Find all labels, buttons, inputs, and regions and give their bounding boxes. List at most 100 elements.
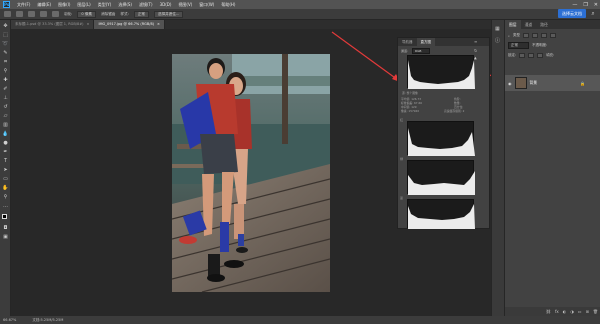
filter-pixel-icon[interactable] <box>522 33 529 38</box>
document-image[interactable] <box>172 54 330 292</box>
panel-menu-icon[interactable]: ≡ <box>474 39 477 44</box>
blur-tool-icon[interactable]: 💧 <box>2 131 9 138</box>
refresh-icon[interactable]: ↻ <box>474 48 477 53</box>
menu-view[interactable]: 视图(V) <box>178 2 192 8</box>
search-icon[interactable]: ⌕ <box>589 10 597 18</box>
document-info[interactable]: 文档:5.25M/5.25M <box>32 318 63 323</box>
adjustment-icon[interactable]: ◑ <box>570 309 574 314</box>
menu-layer[interactable]: 图层(L) <box>77 2 90 8</box>
histogram-panel-icon[interactable]: ▦ <box>495 26 500 32</box>
marquee-tool-icon[interactable] <box>4 11 11 17</box>
screen-mode-icon[interactable]: ▣ <box>2 234 9 241</box>
foreground-color-swatch[interactable] <box>2 214 9 221</box>
gradient-tool-icon[interactable]: ▥ <box>2 122 9 129</box>
marquee-tool-icon[interactable]: ⬚ <box>2 32 9 39</box>
warning-icon[interactable]: ▲ <box>474 56 477 60</box>
brush-tool-icon[interactable]: ✐ <box>2 86 9 93</box>
type-tool-icon[interactable]: T <box>2 158 9 165</box>
pen-tool-icon[interactable]: ✒ <box>2 149 9 156</box>
info-panel-icon[interactable]: ⓘ <box>495 37 500 44</box>
filter-type-icon[interactable] <box>540 33 547 38</box>
filter-shape-icon[interactable] <box>549 33 556 38</box>
tab-close-icon[interactable]: × <box>87 20 90 29</box>
menu-select[interactable]: 选择(S) <box>118 2 132 8</box>
menu-edit[interactable]: 编辑(E) <box>37 2 51 8</box>
tab-close-icon[interactable]: × <box>157 20 160 29</box>
tab-navigator[interactable]: 导航器 <box>398 38 417 46</box>
mask-icon[interactable]: ◐ <box>563 309 567 314</box>
antialias-checkbox[interactable]: 消除锯齿 <box>101 12 115 17</box>
zoom-level[interactable]: 66.67% <box>3 318 16 322</box>
style-select[interactable]: 正常 <box>133 10 149 18</box>
tab-document-2[interactable]: IMG_0917.jpg @ 66.7% (RGB/8) × <box>94 20 165 29</box>
blend-row: 正常 不透明度: <box>508 42 598 49</box>
more-tools-icon[interactable]: … <box>2 203 9 210</box>
channel-label: 通道: <box>401 49 409 53</box>
menu-image[interactable]: 图像(I) <box>58 2 70 8</box>
stamp-tool-icon[interactable]: ⊥ <box>2 95 9 102</box>
select-and-mask-button[interactable]: 选择并遮住... <box>154 10 184 18</box>
lock-pixels-icon[interactable] <box>519 53 526 58</box>
filter-adjust-icon[interactable] <box>531 33 538 38</box>
quick-mask-icon[interactable]: ◘ <box>2 225 9 232</box>
zoom-tool-icon[interactable]: ⚲ <box>2 194 9 201</box>
channel-select[interactable]: RGB <box>412 48 431 54</box>
eyedropper-tool-icon[interactable]: ⚲ <box>2 68 9 75</box>
style-label: 样式: <box>120 11 129 16</box>
layer-thumbnail <box>514 77 527 89</box>
intersect-selection-icon[interactable] <box>52 11 59 17</box>
histogram-red <box>407 121 475 156</box>
move-tool-icon[interactable]: ✥ <box>2 23 9 30</box>
window-controls: — ❐ ✕ <box>572 0 598 9</box>
hand-tool-icon[interactable]: ✋ <box>2 185 9 192</box>
lock-position-icon[interactable] <box>528 53 535 58</box>
source-label: 源: 整个图像 <box>402 91 418 95</box>
options-bar: 羽化: 0 像素 消除锯齿 样式: 正常 选择并遮住... <box>0 9 600 20</box>
history-brush-icon[interactable]: ↺ <box>2 104 9 111</box>
layer-filter-select[interactable]: 类型 <box>513 33 520 38</box>
shape-tool-icon[interactable]: ▭ <box>2 176 9 183</box>
close-button[interactable]: ✕ <box>594 2 598 8</box>
path-select-tool-icon[interactable]: ➤ <box>2 167 9 174</box>
blend-mode-select[interactable]: 正常 <box>508 42 529 49</box>
folder-icon[interactable]: ▭ <box>578 309 582 314</box>
histogram-panel: 导航器 直方图 ≡ 通道: RGB ↻ ▲ 源: 整个图像 平均值: 126.7… <box>397 37 490 229</box>
menu-filter[interactable]: 滤镜(T) <box>139 2 153 8</box>
quick-select-tool-icon[interactable]: ✎ <box>2 50 9 57</box>
document-tabs: 未标题-1.psd @ 33.3% (图层 1, RGB/8#) × IMG_0… <box>11 20 501 29</box>
feather-label: 羽化: <box>64 11 73 16</box>
healing-tool-icon[interactable]: ✚ <box>2 77 9 84</box>
tab-layers[interactable]: 图层 <box>505 20 521 29</box>
cloud-document-button[interactable]: 选择云文档 <box>558 9 586 18</box>
menu-window[interactable]: 窗口(W) <box>199 2 214 8</box>
crop-tool-icon[interactable]: ⌗ <box>2 59 9 66</box>
tab-histogram[interactable]: 直方图 <box>416 38 435 46</box>
visibility-eye-icon[interactable]: ◉ <box>508 81 512 86</box>
subtract-selection-icon[interactable] <box>40 11 47 17</box>
menu-bar: Ps 文件(F) 编辑(E) 图像(I) 图层(L) 类型(Y) 选择(S) 滤… <box>0 0 600 9</box>
tab-label: 未标题-1.psd @ 33.3% (图层 1, RGB/8#) <box>15 22 84 26</box>
layer-item-background[interactable]: ◉ 背景 🔒 <box>505 75 600 91</box>
tab-channels[interactable]: 通道 <box>521 20 537 29</box>
link-icon[interactable]: ⛓ <box>546 309 551 314</box>
tab-paths[interactable]: 路径 <box>536 20 552 29</box>
menu-file[interactable]: 文件(F) <box>17 2 30 8</box>
restore-button[interactable]: ❐ <box>583 2 587 8</box>
menu-3d[interactable]: 3D(D) <box>160 2 172 7</box>
minimize-button[interactable]: — <box>572 2 577 8</box>
tab-document-1[interactable]: 未标题-1.psd @ 33.3% (图层 1, RGB/8#) × <box>11 20 95 29</box>
dodge-tool-icon[interactable]: ● <box>2 140 9 147</box>
menu-help[interactable]: 帮助(H) <box>221 2 235 8</box>
new-layer-icon[interactable]: ⊞ <box>586 309 589 314</box>
eraser-tool-icon[interactable]: ▱ <box>2 113 9 120</box>
trash-icon[interactable]: 🗑 <box>593 309 598 314</box>
menu-type[interactable]: 类型(Y) <box>98 2 112 8</box>
lock-all-icon[interactable] <box>537 53 544 58</box>
add-selection-icon[interactable] <box>28 11 35 17</box>
lasso-tool-icon[interactable]: ➰ <box>2 41 9 48</box>
fill-label: 填充: <box>546 53 555 57</box>
fx-icon[interactable]: fx <box>555 309 559 314</box>
new-selection-icon[interactable] <box>16 11 23 17</box>
histogram-blue <box>407 199 475 229</box>
feather-input[interactable]: 0 像素 <box>77 10 97 18</box>
